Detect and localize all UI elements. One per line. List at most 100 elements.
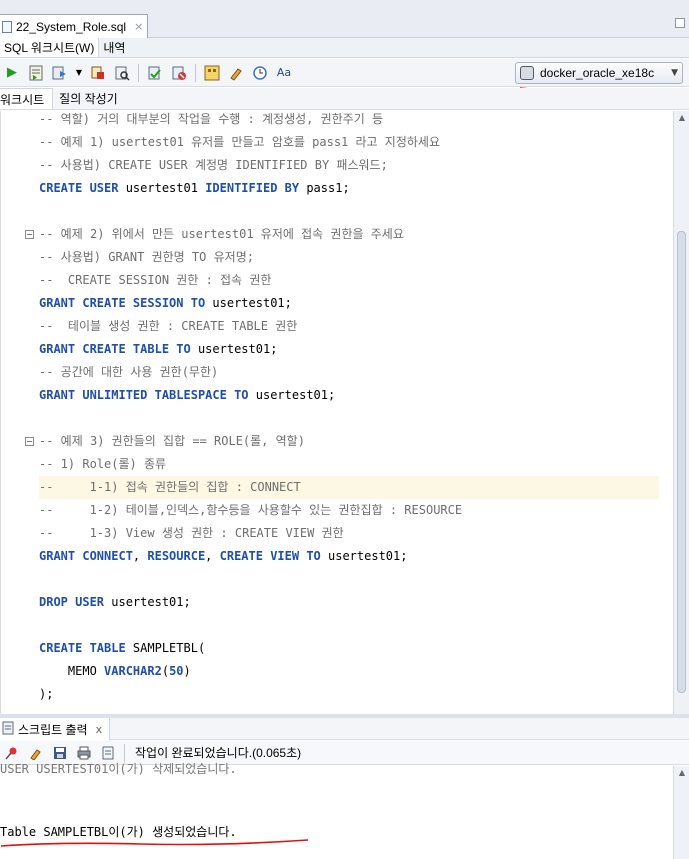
tab-script-output[interactable]: 스크립트 출력 x — [0, 718, 110, 740]
code-line[interactable] — [39, 200, 659, 223]
code-line[interactable]: -- 1-3) View 생성 권한 : CREATE VIEW 권한 — [39, 522, 659, 545]
code-line[interactable]: GRANT CONNECT, RESOURCE, CREATE VIEW TO … — [39, 545, 659, 568]
code-line[interactable]: CREATE TABLE SAMPLETBL( — [39, 637, 659, 660]
connection-label: docker_oracle_xe18c — [540, 66, 655, 80]
tab-sql-worksheet[interactable]: SQL 워크시트(W) — [0, 38, 100, 57]
fold-toggle-icon[interactable]: − — [25, 437, 34, 446]
code-line[interactable]: -- 사용법) GRANT 권한명 TO 유저명; — [39, 246, 659, 269]
clear-output-icon[interactable] — [27, 744, 45, 762]
sql-history-icon[interactable] — [251, 64, 269, 82]
commit-icon[interactable] — [146, 64, 164, 82]
code-line[interactable]: ); — [39, 683, 659, 706]
output-status-text: 작업이 완료되었습니다.(0.065초) — [135, 746, 302, 760]
code-line[interactable]: GRANT CREATE TABLE TO usertest01; — [39, 338, 659, 361]
query-explain-icon[interactable] — [113, 64, 131, 82]
tab-query-builder[interactable]: 질의 작성기 — [53, 88, 126, 109]
sql-text: ( — [161, 664, 170, 678]
sql-text: , — [205, 549, 220, 563]
sql-text: usertest01; — [104, 595, 191, 609]
autotrace-icon[interactable] — [51, 64, 69, 82]
format-case-icon[interactable]: Aa — [275, 64, 293, 82]
output-scrollbar[interactable]: ▲ — [673, 766, 689, 859]
close-icon[interactable]: x — [96, 723, 103, 736]
scrollbar-thumb[interactable] — [677, 231, 686, 693]
code-line[interactable] — [39, 568, 659, 591]
sql-keyword: RESOURCE — [147, 549, 206, 563]
chevron-down-icon[interactable]: ▼ — [75, 64, 83, 82]
fold-toggle-icon[interactable]: − — [25, 230, 34, 239]
tab-history[interactable]: 내역 — [99, 38, 129, 57]
code-line[interactable]: -- 예제 3) 권한들의 집합 == ROLE(롤, 역할) — [39, 430, 659, 453]
worksheet-toolbar: ▶ ▼ Aa docker_oracle_xe18c ▼ — [0, 59, 689, 87]
sql-keyword: DROP USER — [39, 595, 105, 609]
connection-select[interactable]: docker_oracle_xe18c ▼ — [515, 62, 683, 84]
sql-comment: -- 예제 3) 권한들의 집합 == ROLE(롤, 역할) — [39, 434, 305, 448]
editor-scrollbar[interactable]: ▲ — [673, 111, 689, 714]
tab-worksheet[interactable]: 워크시트 — [0, 88, 54, 109]
sql-comment: -- 공간에 대한 사용 권한(무한) — [39, 365, 219, 379]
code-line[interactable]: -- 1-1) 접속 권한들의 집합 : CONNECT — [39, 476, 659, 499]
code-line[interactable]: GRANT UNLIMITED TABLESPACE TO usertest01… — [39, 384, 659, 407]
close-icon[interactable]: × — [134, 20, 143, 33]
maximize-icon[interactable] — [675, 18, 685, 28]
sql-text: pass1; — [299, 181, 350, 195]
sql-text: , — [132, 549, 148, 563]
scroll-up-icon[interactable]: ▲ — [674, 766, 689, 780]
code-line[interactable]: -- 역할) 거의 대부분의 작업을 수행 : 계정생성, 권한주기 등 — [39, 108, 659, 131]
sql-text: usertest01; — [248, 388, 336, 402]
script-output-label: 스크립트 출력 — [18, 722, 88, 737]
sql-keyword: IDENTIFIED BY — [205, 181, 300, 195]
code-line[interactable]: DROP USER usertest01; — [39, 591, 659, 614]
sql-tuning-icon[interactable] — [203, 64, 221, 82]
code-line[interactable]: MEMO VARCHAR2(50) — [39, 660, 659, 683]
code-line[interactable]: -- 1) Role(롤) 종류 — [39, 453, 659, 476]
code-line[interactable] — [39, 407, 659, 430]
sql-comment: -- 예제 2) 위에서 만든 usertest01 유저에 접속 권한을 주세… — [39, 227, 404, 241]
scroll-up-icon[interactable]: ▲ — [674, 111, 689, 125]
run-statement-icon[interactable]: ▶ — [3, 64, 21, 82]
sql-text: ) — [183, 664, 191, 678]
code-line[interactable] — [39, 614, 659, 637]
script-output-area[interactable]: USER USERTEST01이(가) 삭제되었습니다. Table SAMPL… — [0, 762, 673, 859]
sql-comment: -- CREATE SESSION 권한 : 접속 권한 — [39, 273, 272, 287]
database-icon — [520, 66, 534, 80]
run-script-icon[interactable] — [27, 64, 45, 82]
sql-keyword: VARCHAR2 — [104, 664, 162, 678]
code-line[interactable]: -- 1-2) 테이블,인덱스,함수등을 사용할수 있는 권한집합 : RESO… — [39, 499, 659, 522]
code-line[interactable]: -- 테이블 생성 권한 : CREATE TABLE 권한 — [39, 315, 659, 338]
file-tab[interactable]: 22_System_Role.sql × — [0, 14, 148, 38]
sql-text: ); — [39, 687, 54, 701]
pin-icon[interactable] — [3, 744, 21, 762]
script-output-icon — [2, 721, 14, 738]
editor-title-bar: 22_System_Role.sql × — [0, 0, 689, 38]
sql-comment: -- 1-2) 테이블,인덱스,함수등을 사용할수 있는 권한집합 : RESO… — [39, 503, 463, 517]
sql-text: usertest01; — [190, 342, 278, 356]
sql-keyword: GRANT CONNECT — [39, 549, 133, 563]
code-line[interactable]: CREATE USER usertest01 IDENTIFIED BY pas… — [39, 177, 659, 200]
rollback-icon[interactable] — [170, 64, 188, 82]
sql-comment: -- 테이블 생성 권한 : CREATE TABLE 권한 — [39, 319, 298, 333]
print-icon[interactable] — [75, 744, 93, 762]
sql-comment: -- 1) Role(롤) 종류 — [39, 457, 167, 471]
sql-editor[interactable]: -- 역할) 거의 대부분의 작업을 수행 : 계정생성, 권한주기 등 -- 예… — [0, 111, 673, 714]
sql-comment: -- 사용법) CREATE USER 계정명 IDENTIFIED BY 패스… — [39, 158, 388, 172]
output-tabs: 스크립트 출력 x — [0, 718, 689, 740]
sql-text: MEMO — [39, 664, 105, 678]
sql-keyword: CREATE USER — [39, 181, 119, 195]
clear-icon[interactable] — [227, 64, 245, 82]
output-document-icon[interactable] — [99, 744, 117, 762]
file-tab-label: 22_System_Role.sql — [16, 19, 127, 34]
editor-gutter — [1, 111, 37, 714]
code-line[interactable]: -- 사용법) CREATE USER 계정명 IDENTIFIED BY 패스… — [39, 154, 659, 177]
code-line[interactable]: -- CREATE SESSION 권한 : 접속 권한 — [39, 269, 659, 292]
code-line[interactable]: -- 공간에 대한 사용 권한(무한) — [39, 361, 659, 384]
code-line[interactable]: -- 예제 2) 위에서 만든 usertest01 유저에 접속 권한을 주세… — [39, 223, 659, 246]
chevron-down-icon: ▼ — [671, 68, 678, 78]
save-icon[interactable] — [51, 744, 69, 762]
code-line[interactable]: -- 예제 1) usertest01 유저를 만들고 암호를 pass1 라고… — [39, 131, 659, 154]
explain-plan-icon[interactable] — [89, 64, 107, 82]
code-line[interactable]: GRANT CREATE SESSION TO usertest01; — [39, 292, 659, 315]
sql-keyword: 50 — [169, 664, 184, 678]
sql-text: usertest01; — [205, 296, 292, 310]
sql-keyword: CREATE VIEW TO — [219, 549, 321, 563]
